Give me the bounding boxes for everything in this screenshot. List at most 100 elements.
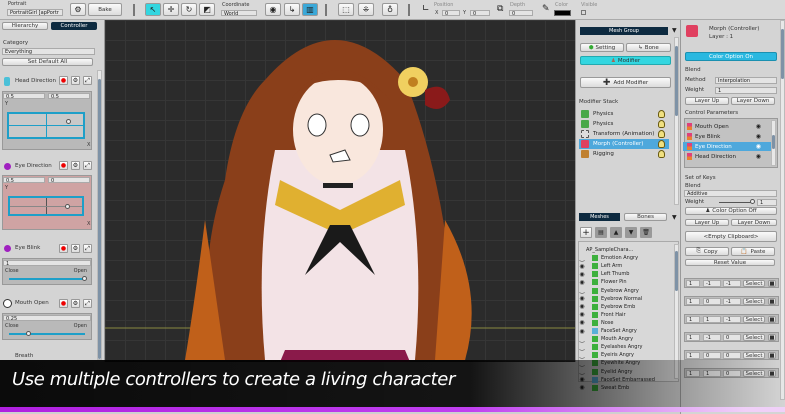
visible-eye-icon[interactable]: ◉ <box>578 295 586 302</box>
2d-pad[interactable] <box>8 196 84 216</box>
weight2-input[interactable]: 1 <box>757 199 777 206</box>
tab-meshes[interactable]: Meshes <box>579 213 620 221</box>
scrollbar[interactable] <box>97 70 102 360</box>
expand-icon[interactable]: ⤢ <box>83 76 92 85</box>
record-icon[interactable]: ● <box>59 161 68 170</box>
reset-value-button[interactable]: Reset Value <box>685 259 775 266</box>
position-y-input[interactable]: 0 <box>470 10 490 16</box>
hidden-eye-icon[interactable]: ‿ <box>578 352 586 359</box>
mesh-tree-item[interactable]: ◉ Nose <box>578 319 673 327</box>
scrollbar-thumb[interactable] <box>98 79 101 359</box>
bone-view-icon[interactable]: ↳ <box>284 3 300 16</box>
key-value-input[interactable]: 1 <box>686 280 700 287</box>
mesh-tree-item[interactable]: ‿ Eyebrow Angry <box>578 287 673 295</box>
key-value-input[interactable]: 1 <box>686 316 700 323</box>
add-modifier-button[interactable]: ✚ Add Modifier <box>580 77 671 88</box>
bounds-icon[interactable]: ⬚ <box>338 3 354 16</box>
hidden-eye-icon[interactable]: ‿ <box>578 344 586 351</box>
eye-icon[interactable]: ◉ <box>756 153 761 160</box>
mesh-tree-item[interactable]: ◉ Flower Pin <box>578 278 673 286</box>
add-mesh-icon[interactable]: + <box>580 227 592 238</box>
pad-handle[interactable] <box>66 119 71 124</box>
mesh-tree-item[interactable]: ‿ Eyeiris Angry <box>578 351 673 359</box>
key-value-input[interactable]: 1 <box>686 352 700 359</box>
mesh-tree-item[interactable]: ◉ Left Arm <box>578 262 673 270</box>
scrollbar[interactable] <box>780 20 785 400</box>
tab-bones[interactable]: Bones <box>624 213 667 221</box>
scrollbar[interactable] <box>674 37 679 205</box>
key-value-input[interactable]: 1 <box>703 316 721 323</box>
scrollbar[interactable] <box>771 120 776 166</box>
expand-icon[interactable]: ⤢ <box>83 161 92 170</box>
eye-icon[interactable]: ◉ <box>756 123 761 130</box>
color-option-off-button[interactable]: ♟ Color Option Off <box>685 207 777 215</box>
record-icon[interactable]: ● <box>59 76 68 85</box>
move-down-icon[interactable]: ▼ <box>625 227 637 238</box>
category-select[interactable]: Everything <box>2 48 95 55</box>
modifier-item-selected[interactable]: Morph (Controller) <box>579 139 669 149</box>
dropdown-icon[interactable]: ▼ <box>672 27 677 34</box>
coordinate-select[interactable]: World <box>221 10 257 16</box>
slider-track[interactable] <box>9 278 85 280</box>
expand-icon[interactable]: ⤢ <box>83 244 92 253</box>
scrollbar-thumb[interactable] <box>675 46 678 116</box>
select-tool-icon[interactable]: ↖ <box>145 3 161 16</box>
mesh-tree-item[interactable]: AP_SampleChara... <box>578 246 673 254</box>
select-button[interactable]: Select <box>743 334 765 341</box>
visible-eye-icon[interactable]: ◉ <box>578 279 586 286</box>
remove-key-icon[interactable]: ■ <box>768 280 776 287</box>
bulb-icon[interactable] <box>658 130 665 138</box>
value-y-input[interactable]: 0.5 <box>48 93 90 99</box>
control-parameter-item[interactable]: Eye Blink ◉ <box>683 132 771 141</box>
scrollbar[interactable] <box>674 244 679 379</box>
paste-button[interactable]: 📋 Paste <box>731 247 775 256</box>
position-x-input[interactable]: 0 <box>442 10 460 16</box>
layer-icon[interactable]: ▤ <box>595 227 607 238</box>
modifier-button[interactable]: ♟ Modifier <box>580 56 671 65</box>
hidden-eye-icon[interactable]: ‿ <box>578 287 586 294</box>
mesh-tree-item[interactable]: ‿ Emotion Angry <box>578 254 673 262</box>
key-value-input[interactable]: 0 <box>703 352 721 359</box>
color-option-on-button[interactable]: Color Option On <box>685 52 777 61</box>
modifier-item[interactable]: Physics <box>579 119 669 129</box>
settings-gear-icon[interactable]: ⚙ <box>70 3 86 16</box>
visible-checkbox[interactable] <box>581 10 586 15</box>
visible-eye-icon[interactable]: ◉ <box>578 271 586 278</box>
key-value-input[interactable]: -1 <box>723 298 741 305</box>
layer-down-button-2[interactable]: Layer Down <box>731 219 777 226</box>
slider-track[interactable] <box>9 333 85 335</box>
layer-up-button[interactable]: Layer Up <box>685 97 729 105</box>
select-button[interactable]: Select <box>743 316 765 323</box>
viewport-canvas[interactable] <box>105 20 575 362</box>
hidden-eye-icon[interactable]: ‿ <box>578 336 586 343</box>
value-x-input[interactable]: 0.5 <box>3 177 45 183</box>
record-icon[interactable]: ● <box>59 244 68 253</box>
mesh-tree-item[interactable]: ◉ Front Hair <box>578 311 673 319</box>
gear-icon[interactable]: ⚙ <box>71 299 80 308</box>
control-parameter-item[interactable]: Eye Direction ◉ <box>683 142 771 151</box>
eye-icon[interactable]: ◉ <box>756 143 761 150</box>
mesh-tree-item[interactable]: ◉ FaceSet Angry <box>578 327 673 335</box>
mesh-tree-item[interactable]: ◉ Eyebrow Emb <box>578 303 673 311</box>
copy-button[interactable]: ⎘ Copy <box>685 247 729 256</box>
record-icon[interactable]: ● <box>59 299 68 308</box>
2d-pad[interactable] <box>7 112 85 139</box>
scrollbar-thumb[interactable] <box>675 251 678 291</box>
remove-key-icon[interactable]: ■ <box>768 298 776 305</box>
visible-eye-icon[interactable]: ◉ <box>578 263 586 270</box>
bulb-icon[interactable] <box>658 140 665 148</box>
visible-eye-icon[interactable]: ◉ <box>578 319 586 326</box>
method-select[interactable]: Interpolation <box>715 77 777 84</box>
onion-icon[interactable]: ◉ <box>265 3 281 16</box>
modifier-item[interactable]: Rigging <box>579 149 669 159</box>
pad-handle[interactable] <box>65 204 70 209</box>
blend-select[interactable]: Additive <box>684 190 777 197</box>
set-default-all-button[interactable]: Set Default All <box>2 58 93 66</box>
visible-eye-icon[interactable]: ◉ <box>578 303 586 310</box>
key-value-input[interactable]: 1 <box>686 298 700 305</box>
key-value-input[interactable]: 0 <box>703 298 721 305</box>
delete-icon[interactable]: 🗑 <box>640 227 652 238</box>
value-input[interactable]: 0.25 <box>3 315 91 321</box>
visible-eye-icon[interactable]: ◉ <box>578 328 586 335</box>
remove-key-icon[interactable]: ■ <box>768 352 776 359</box>
